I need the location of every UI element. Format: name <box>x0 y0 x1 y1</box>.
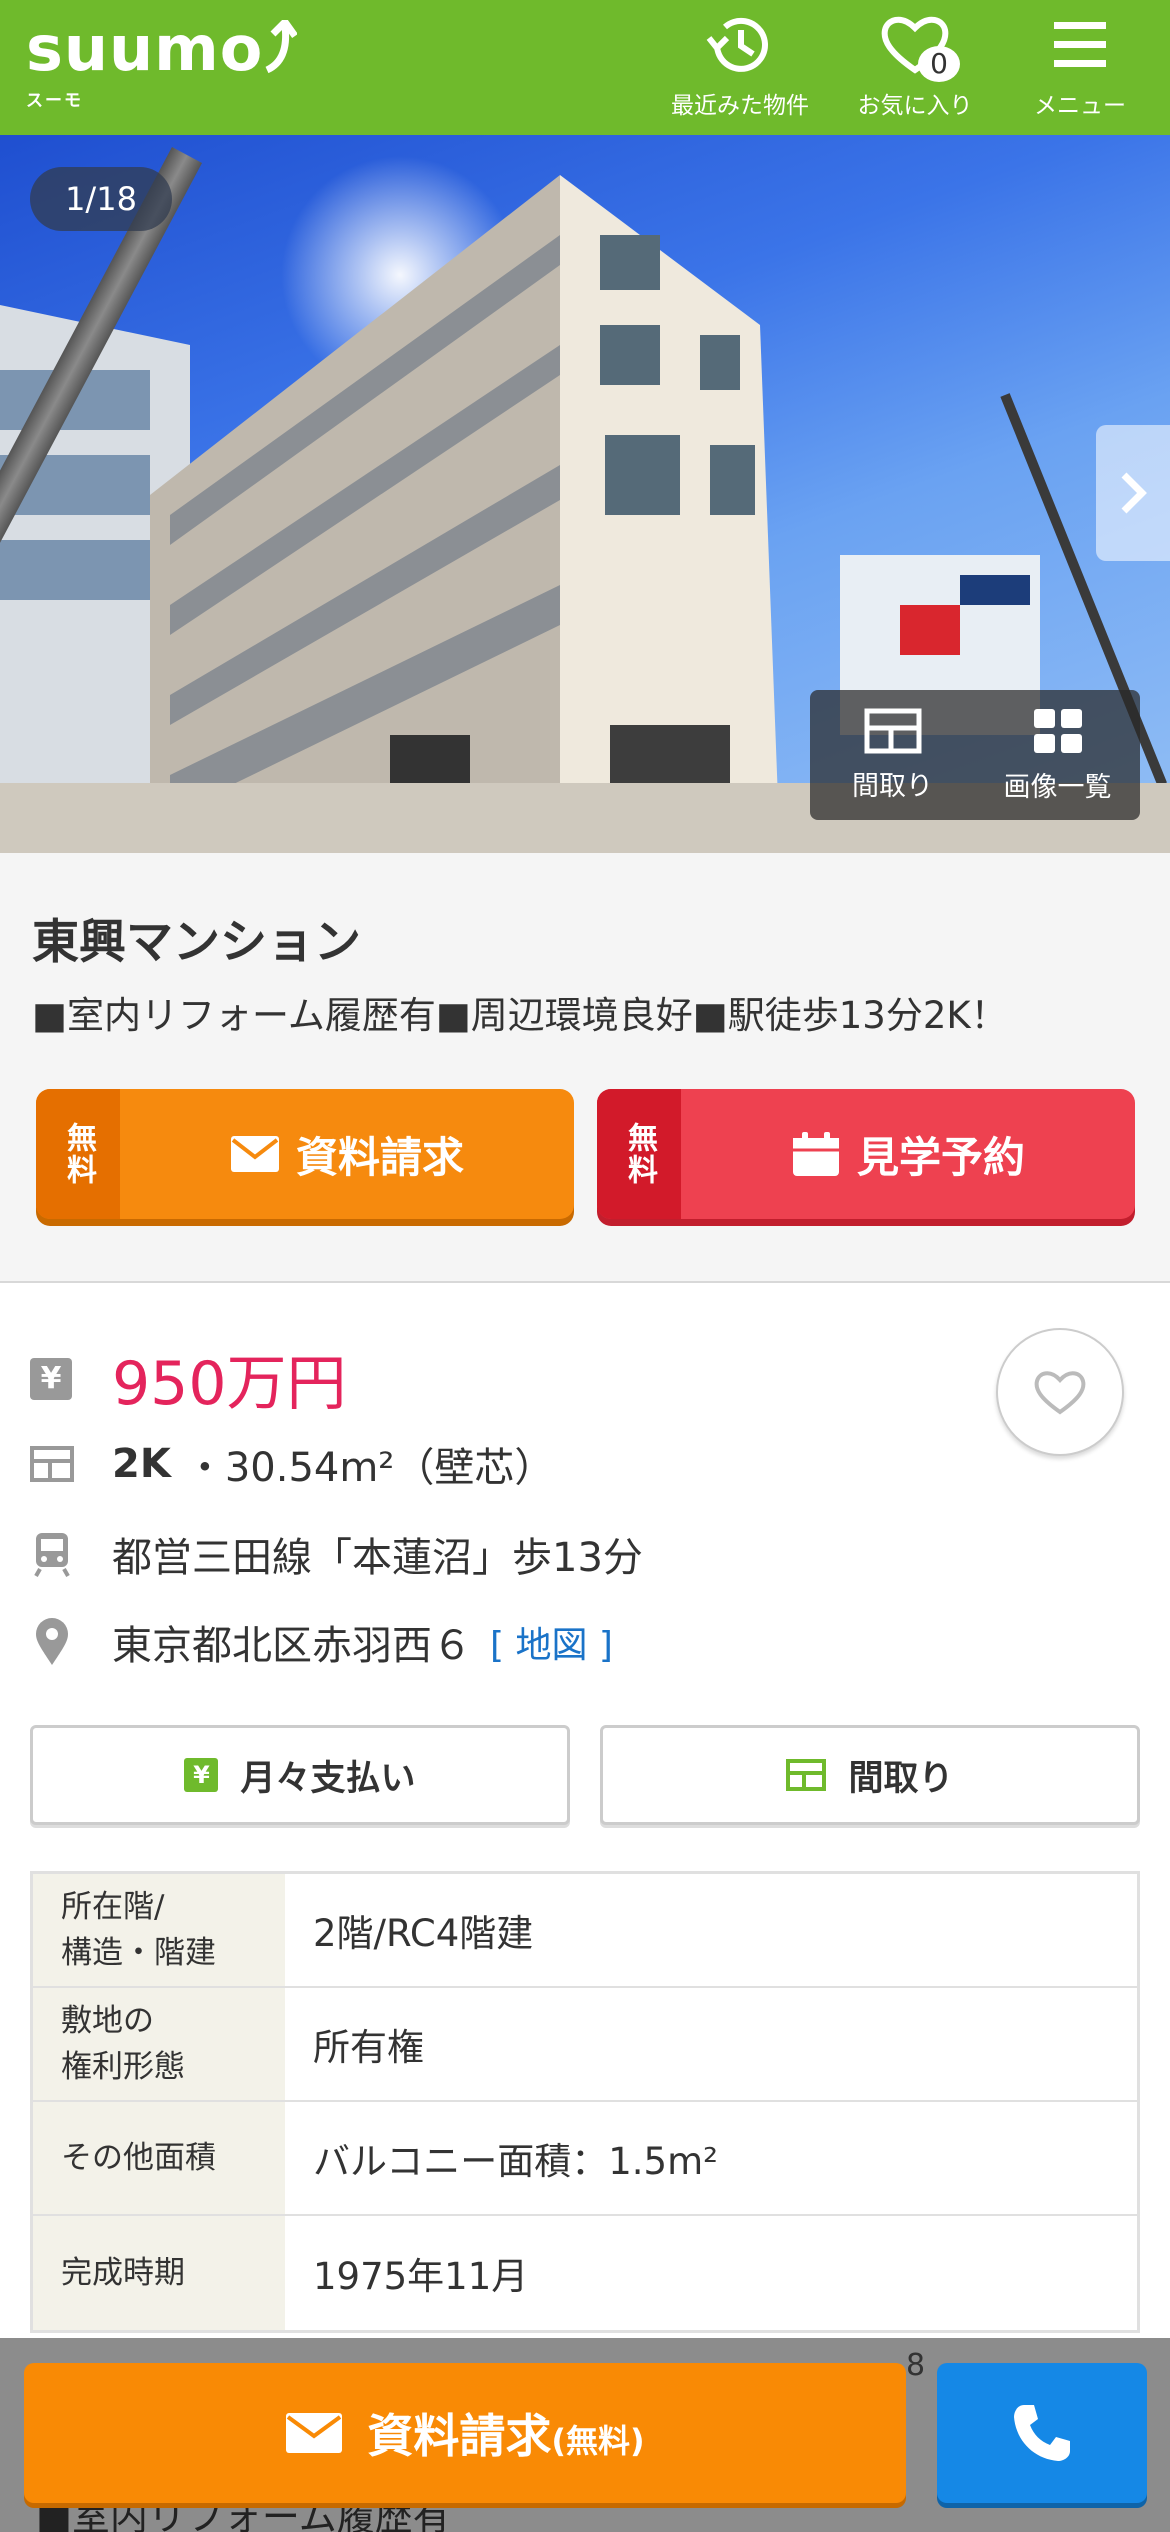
recent-viewed-label: 最近みた物件 <box>671 93 809 119</box>
property-name: 東興マンション <box>32 915 361 970</box>
logo-text: suumo <box>26 12 264 85</box>
floor-area: ・30.54m²（壁芯） <box>184 1445 555 1491</box>
page: suumo スーモ 最近みた物件 0 お気に入り メニュー 1/18 間取り 画… <box>0 0 1170 2532</box>
phone-icon <box>1014 2405 1070 2461</box>
table-row: 敷地の 権利形態 所有権 <box>33 1988 1137 2102</box>
hamburger-menu-icon <box>1054 22 1106 67</box>
map-pin-icon <box>36 1618 68 1665</box>
spec-table: 所在階/ 構造・階建 2階/RC4階建 敷地の 権利形態 所有権 その他面積 バ… <box>30 1871 1140 2333</box>
spec-label: その他面積 <box>33 2102 285 2214</box>
train-icon <box>34 1533 70 1577</box>
logo-subtitle: スーモ <box>26 91 83 111</box>
footer-free-label: (無料) <box>551 2422 645 2460</box>
next-photo-button[interactable] <box>1096 425 1170 561</box>
favorites-button[interactable]: 0 お気に入り <box>850 12 980 120</box>
favorites-count-badge: 0 <box>918 46 960 82</box>
gallery-button[interactable]: 画像一覧 <box>975 690 1140 820</box>
behind-number: 8 <box>906 2348 926 2383</box>
price: 950万円 <box>112 1349 347 1419</box>
envelope-icon <box>230 1136 279 1172</box>
floorplan-green-icon <box>786 1759 827 1791</box>
history-clock-icon <box>706 17 768 72</box>
spec-value: 所有権 <box>285 1988 1137 2100</box>
monthly-payment-button[interactable]: ¥ 月々支払い <box>30 1725 570 1825</box>
free-tag: 無料 <box>36 1089 120 1219</box>
floorplan-button[interactable]: 間取り <box>600 1725 1140 1825</box>
recent-viewed-button[interactable]: 最近みた物件 <box>660 12 820 120</box>
app-header: suumo スーモ 最近みた物件 0 お気に入り メニュー <box>0 0 1170 135</box>
reserve-visit-label: 見学予約 <box>856 1132 1025 1182</box>
price-row: ¥ 950万円 <box>30 1335 347 1422</box>
spec-label: 完成時期 <box>33 2216 285 2330</box>
free-tag: 無料 <box>597 1089 681 1219</box>
reserve-visit-button[interactable]: 無料 見学予約 <box>597 1089 1135 1219</box>
table-row: その他面積 バルコニー面積：1.5m² <box>33 2102 1137 2216</box>
call-button[interactable] <box>937 2363 1147 2503</box>
chevron-right-icon <box>1121 472 1147 514</box>
spec-value: 1975年11月 <box>285 2216 1137 2330</box>
yen-icon: ¥ <box>30 1357 72 1400</box>
address: 東京都北区赤羽西６ <box>112 1623 472 1669</box>
property-photo-carousel[interactable]: 1/18 間取り 画像一覧 <box>0 135 1170 853</box>
floorplan-label: 間取り <box>848 1758 954 1799</box>
menu-label: メニュー <box>1034 93 1126 119</box>
menu-button[interactable]: メニュー <box>1020 12 1140 120</box>
property-title-area: 東興マンション ■室内リフォーム履歴有■周辺環境良好■駅徒歩13分2K！ 無料 … <box>0 853 1170 1283</box>
logo-arrow-icon <box>265 20 298 74</box>
photo-counter: 1/18 <box>30 167 172 231</box>
gallery-label: 画像一覧 <box>1003 771 1112 803</box>
spec-value: バルコニー面積：1.5m² <box>285 2102 1137 2214</box>
footer-request-documents-button[interactable]: 資料請求(無料) <box>24 2363 906 2503</box>
catch-copy: ■室内リフォーム履歴有■周辺環境良好■駅徒歩13分2K！ <box>32 994 1008 1037</box>
add-favorite-button[interactable] <box>996 1328 1124 1456</box>
floorplan-photo-button[interactable]: 間取り <box>810 690 975 820</box>
sticky-footer: 8 ■室内リフォーム履歴有 資料請求(無料) <box>0 2338 1170 2532</box>
spec-label: 所在階/ 構造・階建 <box>33 1874 285 1986</box>
layout-row: 2K ・30.54m²（壁芯） <box>30 1435 554 1493</box>
grid-icon <box>1033 708 1082 753</box>
spec-value: 2階/RC4階建 <box>285 1874 1137 1986</box>
floorplan-small-icon <box>30 1446 74 1482</box>
calendar-icon <box>792 1132 839 1176</box>
table-row: 所在階/ 構造・階建 2階/RC4階建 <box>33 1874 1137 1988</box>
table-row: 完成時期 1975年11月 <box>33 2216 1137 2330</box>
footer-request-label: 資料請求 <box>367 2409 552 2463</box>
floorplan-photo-label: 間取り <box>852 770 933 802</box>
station-access: 都営三田線「本蓮沼」歩13分 <box>112 1535 643 1581</box>
layout-type: 2K <box>112 1441 171 1487</box>
address-row: 東京都北区赤羽西６ [ 地図 ] <box>30 1613 613 1671</box>
suumo-logo[interactable]: suumo スーモ <box>26 12 298 111</box>
envelope-icon <box>286 2413 343 2453</box>
photo-tools: 間取り 画像一覧 <box>810 690 1140 820</box>
favorites-label: お気に入り <box>857 93 973 119</box>
heart-outline-icon <box>1034 1371 1086 1415</box>
monthly-payment-label: 月々支払い <box>240 1758 416 1799</box>
request-documents-label: 資料請求 <box>295 1132 464 1182</box>
map-link[interactable]: [ 地図 ] <box>490 1616 613 1668</box>
spec-label: 敷地の 権利形態 <box>33 1988 285 2100</box>
access-row: 都営三田線「本蓮沼」歩13分 <box>30 1525 643 1583</box>
yen-green-icon: ¥ <box>184 1758 219 1792</box>
floorplan-icon <box>864 708 921 753</box>
request-documents-button[interactable]: 無料 資料請求 <box>36 1089 574 1219</box>
